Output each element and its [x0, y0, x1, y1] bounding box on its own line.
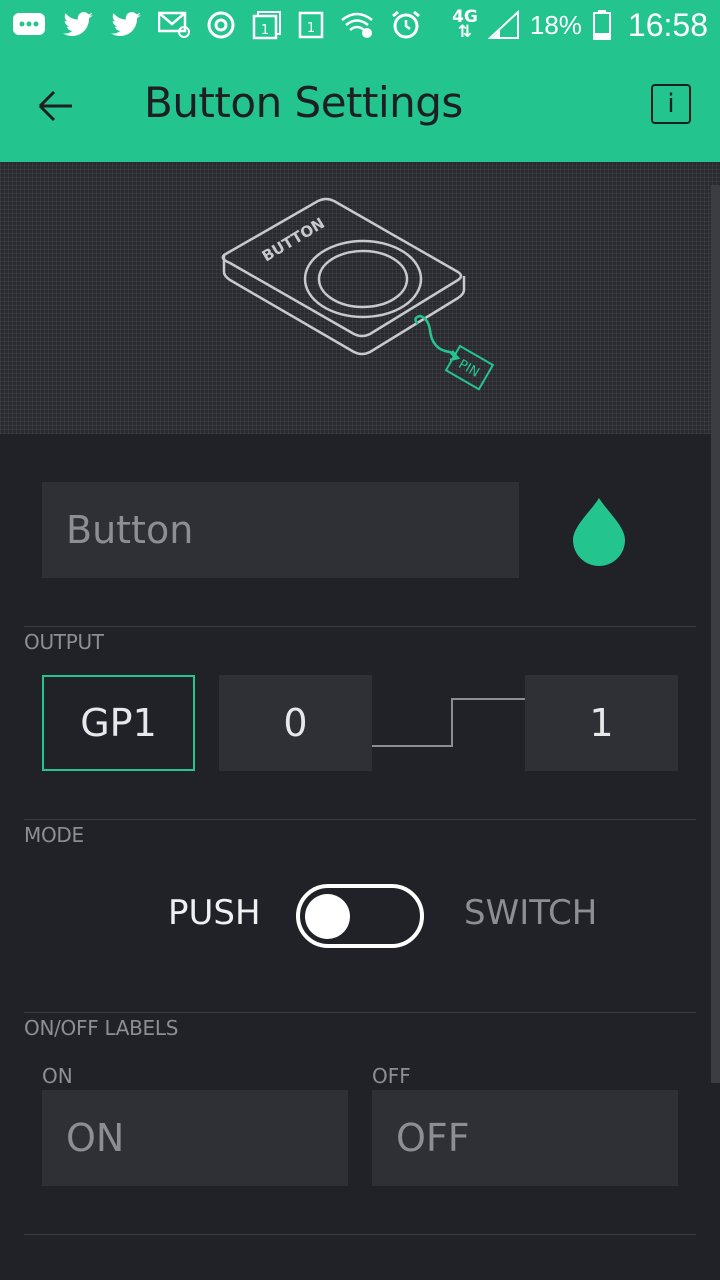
divider [24, 626, 696, 627]
on-label-input[interactable]: ON [42, 1090, 348, 1186]
mode-switch-label[interactable]: SWITCH [464, 893, 597, 933]
toggle-knob [305, 894, 350, 939]
notification-icons: 1 1 [12, 8, 422, 42]
off-label-input[interactable]: OFF [372, 1090, 678, 1186]
page-title: Button Settings [144, 78, 463, 127]
status-bar: 1 1 4G ⇅ 18% 16:58 [0, 0, 720, 50]
network-type: 4G ⇅ [452, 7, 478, 42]
messages-icon [13, 13, 45, 35]
app-toolbar: Button Settings i [0, 50, 720, 162]
arrow-back-icon [38, 90, 72, 122]
alarm-icon [392, 10, 420, 39]
divider [24, 1234, 696, 1235]
mode-section-label: MODE [24, 823, 84, 847]
scrollbar[interactable] [711, 185, 720, 1083]
mode-push-label[interactable]: PUSH [168, 893, 261, 933]
calendar-icon: 1 [252, 11, 281, 40]
twitter-icon [63, 12, 93, 36]
wifi-icon [341, 12, 373, 38]
browser-icon [207, 11, 235, 39]
output-max-input[interactable]: 1 [525, 675, 678, 771]
widget-illustration: BUTTON PIN [0, 162, 720, 434]
battery-percent: 18% [529, 9, 582, 40]
clock: 16:58 [627, 6, 708, 43]
calendar-icon: 1 [298, 11, 324, 39]
divider [24, 819, 696, 820]
output-section-label: OUTPUT [24, 630, 104, 654]
info-button[interactable]: i [651, 84, 691, 124]
off-field-label: OFF [372, 1064, 411, 1088]
widget-name-input[interactable]: Button [42, 482, 519, 578]
twitter-icon [111, 12, 141, 36]
on-off-section-label: ON/OFF LABELS [24, 1016, 179, 1040]
back-button[interactable] [30, 80, 82, 132]
droplet-icon [573, 498, 625, 566]
svg-text:1: 1 [307, 21, 315, 36]
on-field-label: ON [42, 1064, 73, 1088]
device-label: BUTTON [259, 214, 328, 265]
pin-selector[interactable]: GP1 [42, 675, 195, 771]
output-min-input[interactable]: 0 [219, 675, 372, 771]
color-picker-button[interactable] [570, 496, 628, 566]
svg-text:1: 1 [261, 23, 269, 38]
divider [24, 1012, 696, 1013]
mode-toggle[interactable] [296, 884, 424, 948]
output-range-graphic [372, 698, 525, 747]
button-device-illustration: BUTTON PIN [221, 197, 495, 391]
signal-icon [487, 10, 519, 39]
email-icon [158, 11, 190, 38]
battery-icon [592, 10, 611, 40]
